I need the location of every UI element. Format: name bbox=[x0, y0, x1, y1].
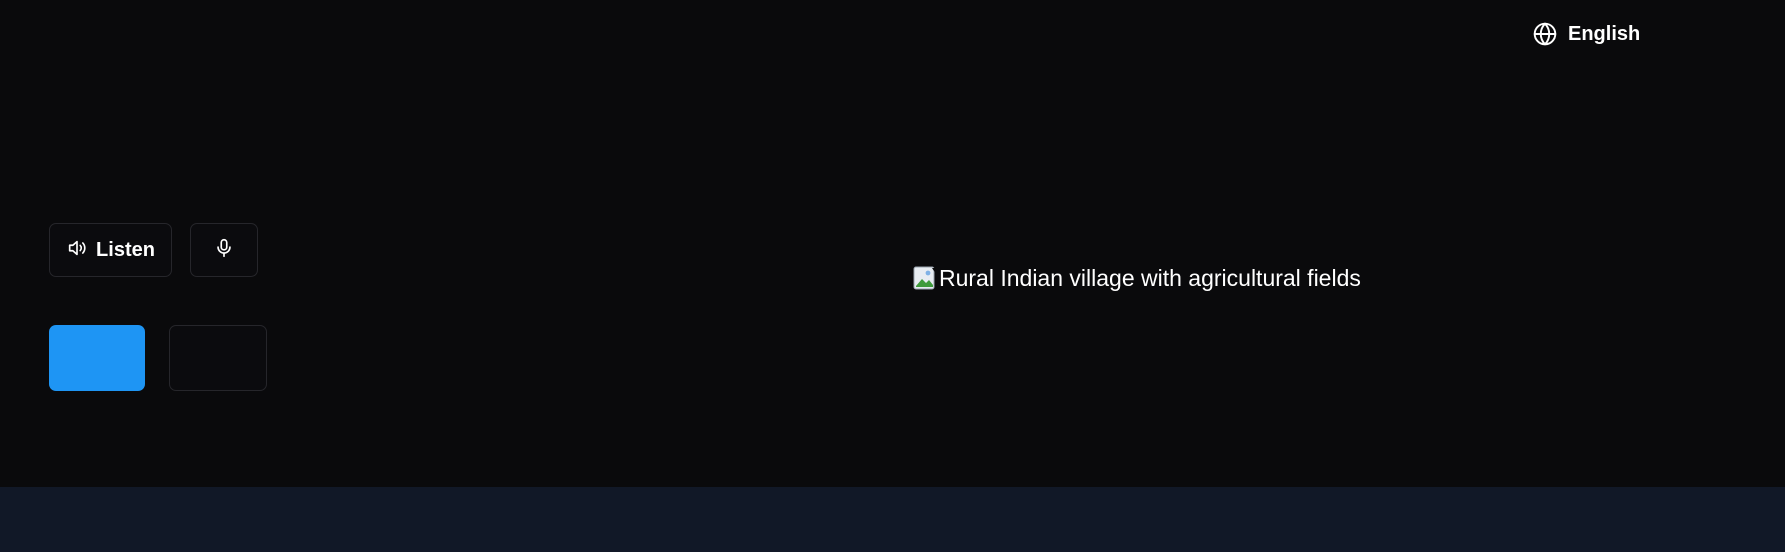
hero-image: Rural Indian village with agricultural f… bbox=[913, 265, 1361, 292]
secondary-cta-button[interactable] bbox=[169, 325, 267, 391]
microphone-button[interactable] bbox=[190, 223, 258, 277]
hero-section: English Listen Rural Indian village with… bbox=[0, 0, 1785, 487]
language-label: English bbox=[1568, 22, 1641, 45]
language-switcher[interactable]: English bbox=[1532, 21, 1640, 47]
globe-icon bbox=[1532, 21, 1558, 47]
listen-label: Listen bbox=[96, 238, 155, 261]
speaker-icon bbox=[66, 237, 88, 264]
broken-image-icon bbox=[913, 266, 937, 292]
microphone-icon bbox=[213, 237, 235, 264]
hero-image-alt-text: Rural Indian village with agricultural f… bbox=[939, 265, 1361, 291]
footer-band bbox=[0, 487, 1785, 552]
primary-cta-button[interactable] bbox=[49, 325, 145, 391]
listen-button[interactable]: Listen bbox=[49, 223, 172, 277]
